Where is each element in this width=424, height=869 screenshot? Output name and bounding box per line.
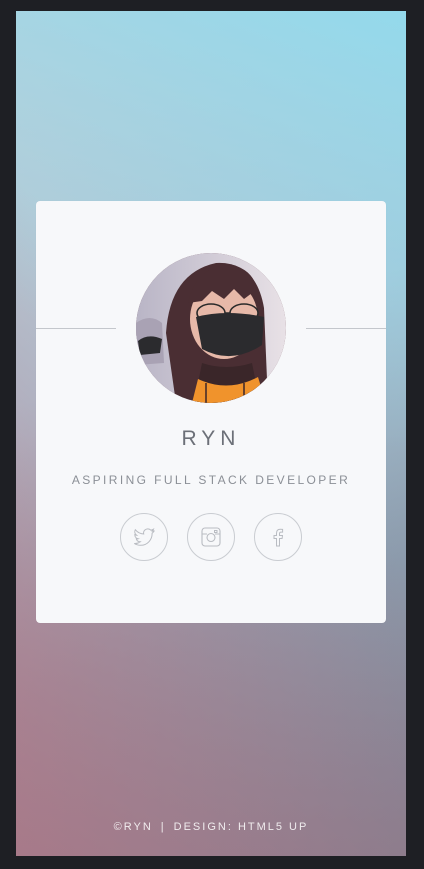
profile-name: RYN [181, 427, 241, 450]
instagram-icon [201, 527, 221, 547]
divider-left [36, 328, 116, 329]
footer-separator: | [160, 821, 166, 833]
profile-card: RYN ASPIRING FULL STACK DEVELOPER [36, 201, 386, 623]
facebook-link[interactable] [254, 513, 302, 561]
instagram-link[interactable] [187, 513, 235, 561]
footer-design-link[interactable]: HTML5 UP [238, 821, 308, 833]
twitter-icon [134, 528, 155, 546]
footer: ©RYN | DESIGN: HTML5 UP [16, 821, 406, 833]
twitter-link[interactable] [120, 513, 168, 561]
avatar-photo [136, 253, 286, 403]
profile-tagline: ASPIRING FULL STACK DEVELOPER [71, 473, 351, 487]
page-frame: RYN ASPIRING FULL STACK DEVELOPER ©RYN |… [16, 11, 406, 856]
footer-copyright: ©RYN [113, 821, 153, 833]
footer-design-label: DESIGN: [173, 821, 233, 833]
facebook-icon [273, 528, 284, 547]
divider-right [306, 328, 386, 329]
social-links [36, 513, 386, 561]
avatar [136, 253, 286, 403]
